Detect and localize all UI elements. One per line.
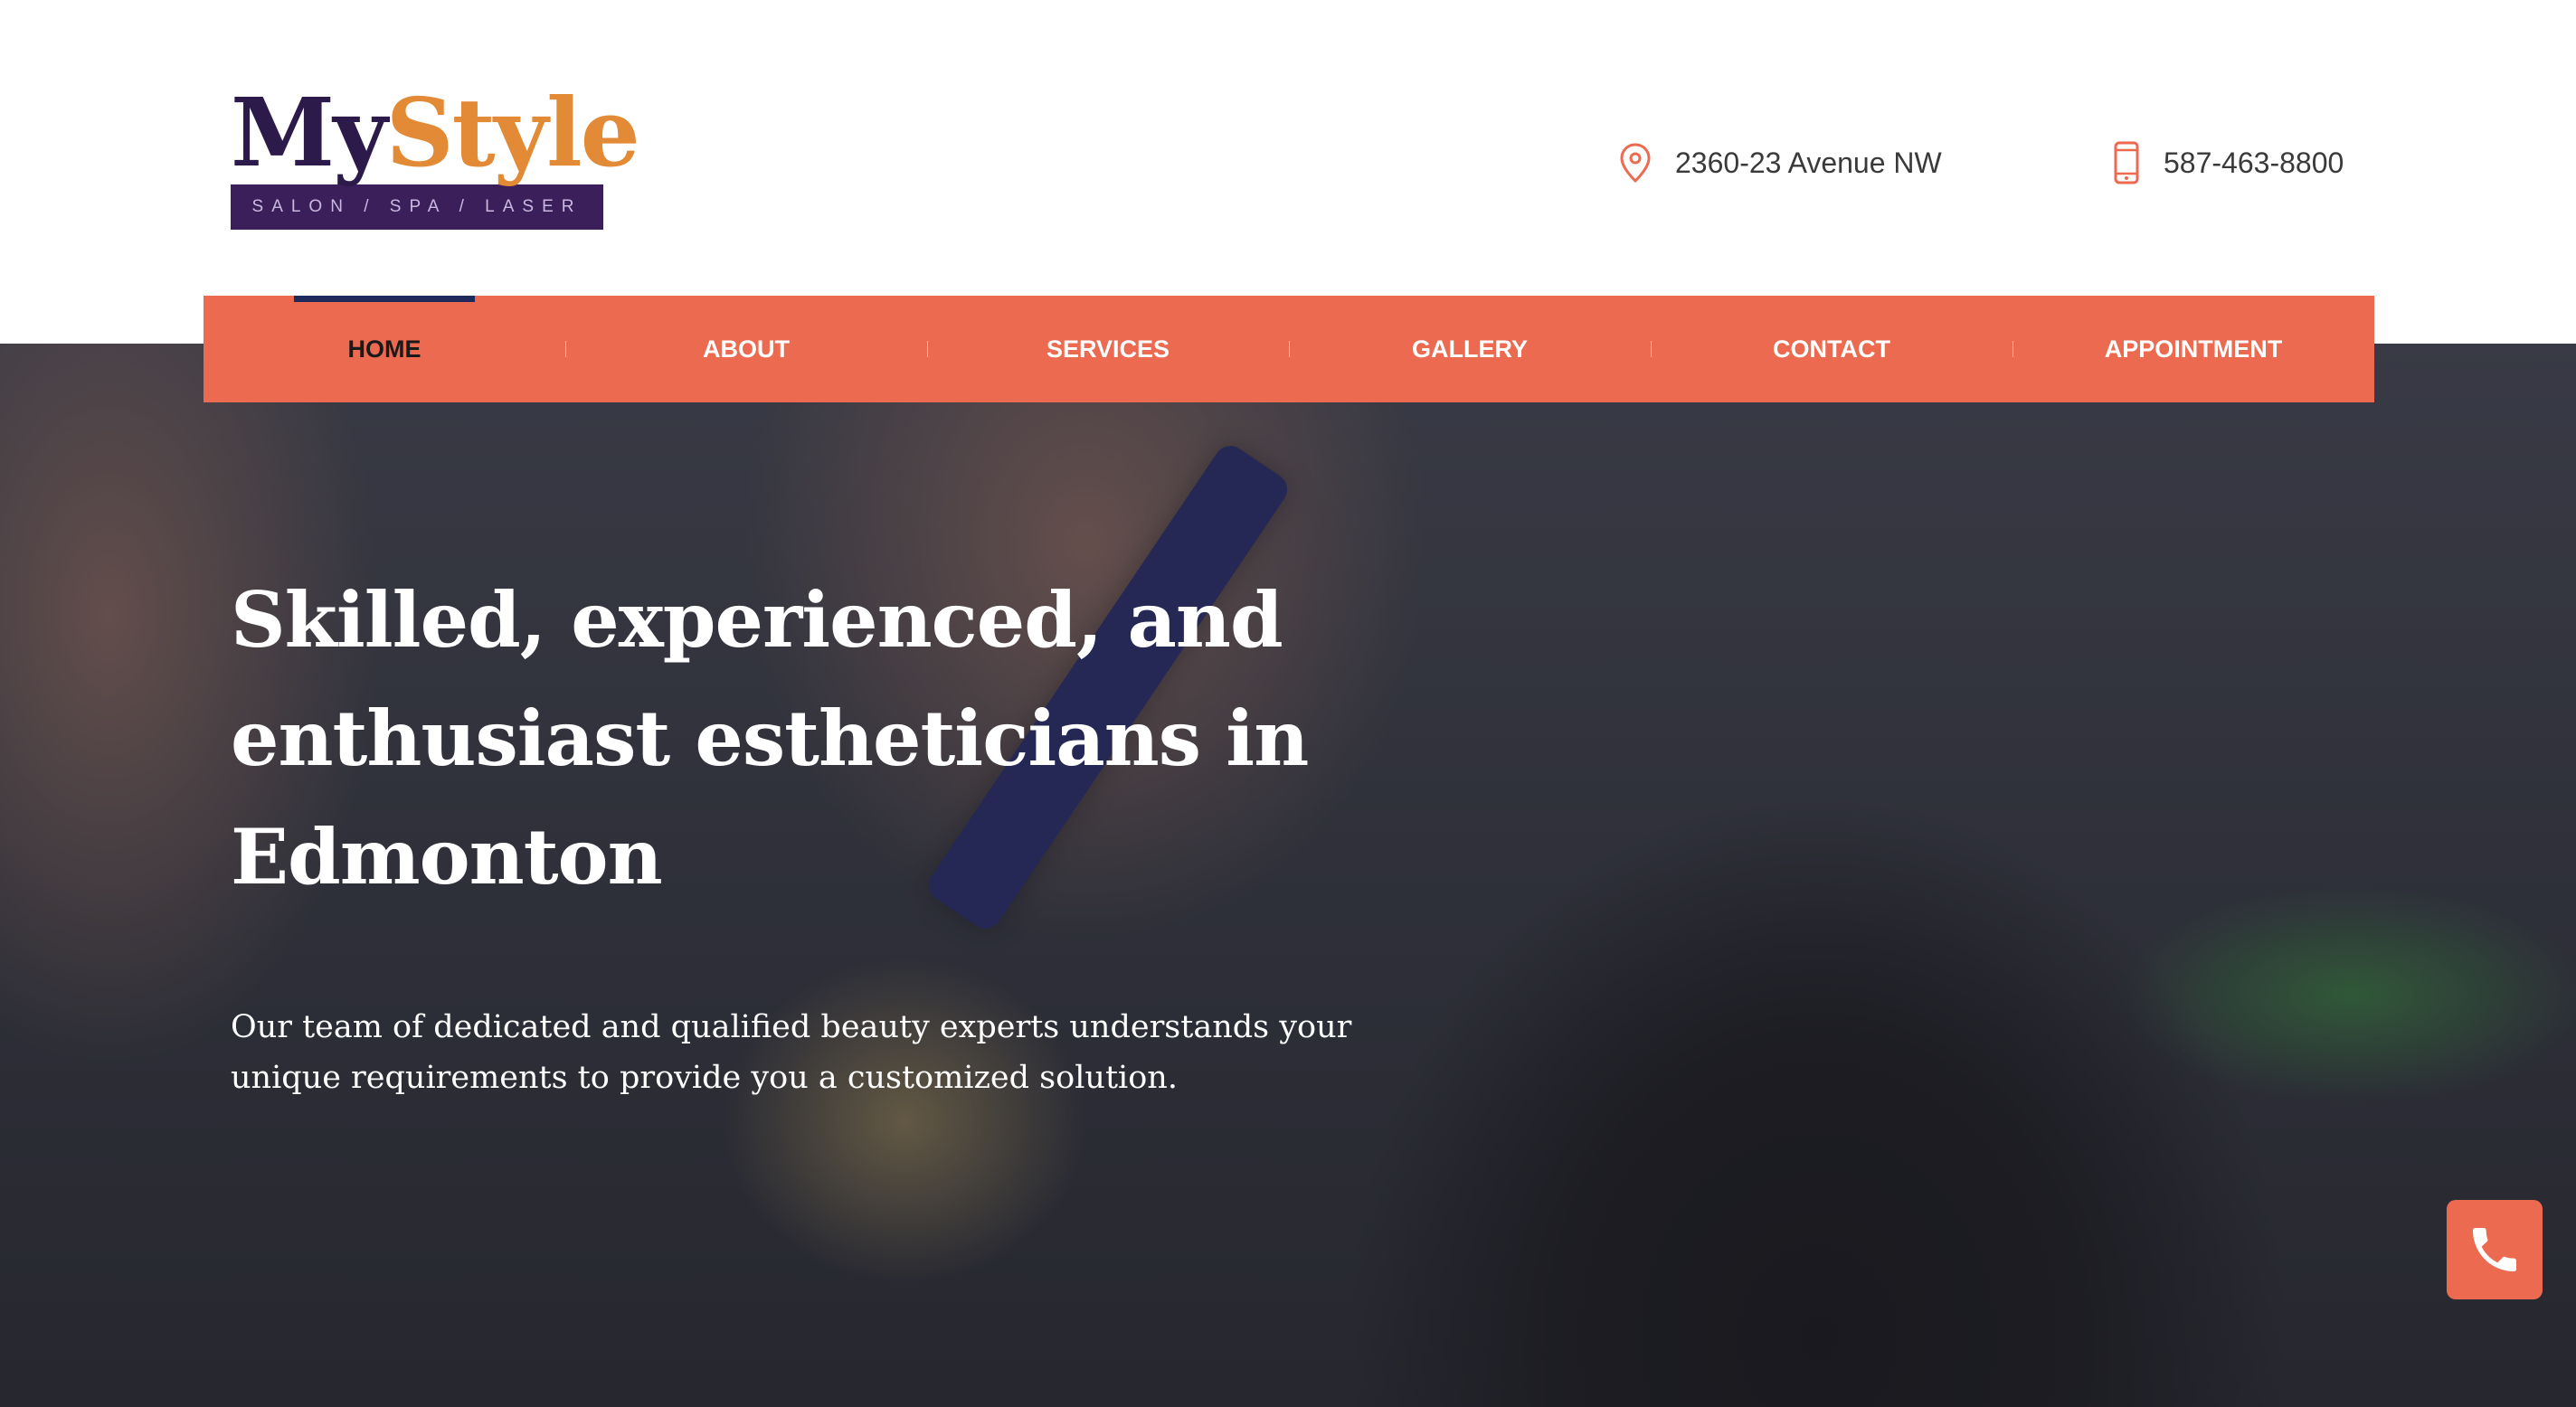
nav-item-services[interactable]: SERVICES — [927, 296, 1289, 402]
logo-wordmark: MyStyle — [231, 83, 640, 183]
nav-item-contact[interactable]: CONTACT — [1651, 296, 2012, 402]
nav-item-about[interactable]: ABOUT — [565, 296, 927, 402]
nav-item-label: GALLERY — [1412, 335, 1528, 363]
nav-item-label: APPOINTMENT — [2104, 335, 2283, 363]
nav-item-home[interactable]: HOME — [204, 296, 565, 402]
logo-my: My — [231, 77, 388, 188]
phone-text[interactable]: 587-463-8800 — [2164, 146, 2344, 180]
hero-title: Skilled, experienced, and enthusiast est… — [231, 575, 1309, 902]
nav-item-label: SERVICES — [1046, 335, 1170, 363]
logo-tagline: SALON / SPA / LASER — [231, 184, 603, 230]
logo-style: Style — [385, 77, 640, 188]
mobile-phone-icon — [2114, 141, 2139, 184]
header-address: 2360-23 Avenue NW — [1619, 136, 1942, 190]
site-header: MyStyle SALON / SPA / LASER 2360-23 Aven… — [0, 0, 2576, 344]
hero-section: Skilled, experienced, and enthusiast est… — [0, 344, 2576, 1407]
location-pin-icon — [1620, 143, 1651, 184]
nav-item-gallery[interactable]: GALLERY — [1289, 296, 1651, 402]
main-nav: HOME ABOUT SERVICES GALLERY CONTACT APPO… — [204, 296, 2374, 402]
nav-active-indicator — [294, 296, 475, 302]
hero-subtitle: Our team of dedicated and qualified beau… — [231, 1009, 1352, 1096]
logo[interactable]: MyStyle SALON / SPA / LASER — [231, 83, 640, 230]
header-phone[interactable]: 587-463-8800 — [2113, 136, 2344, 190]
nav-item-label: ABOUT — [703, 335, 790, 363]
nav-item-label: HOME — [347, 335, 421, 363]
call-button[interactable] — [2447, 1200, 2543, 1299]
address-text: 2360-23 Avenue NW — [1675, 146, 1942, 179]
nav-item-label: CONTACT — [1773, 335, 1890, 363]
nav-item-appointment[interactable]: APPOINTMENT — [2012, 296, 2374, 402]
phone-icon — [2473, 1228, 2516, 1271]
